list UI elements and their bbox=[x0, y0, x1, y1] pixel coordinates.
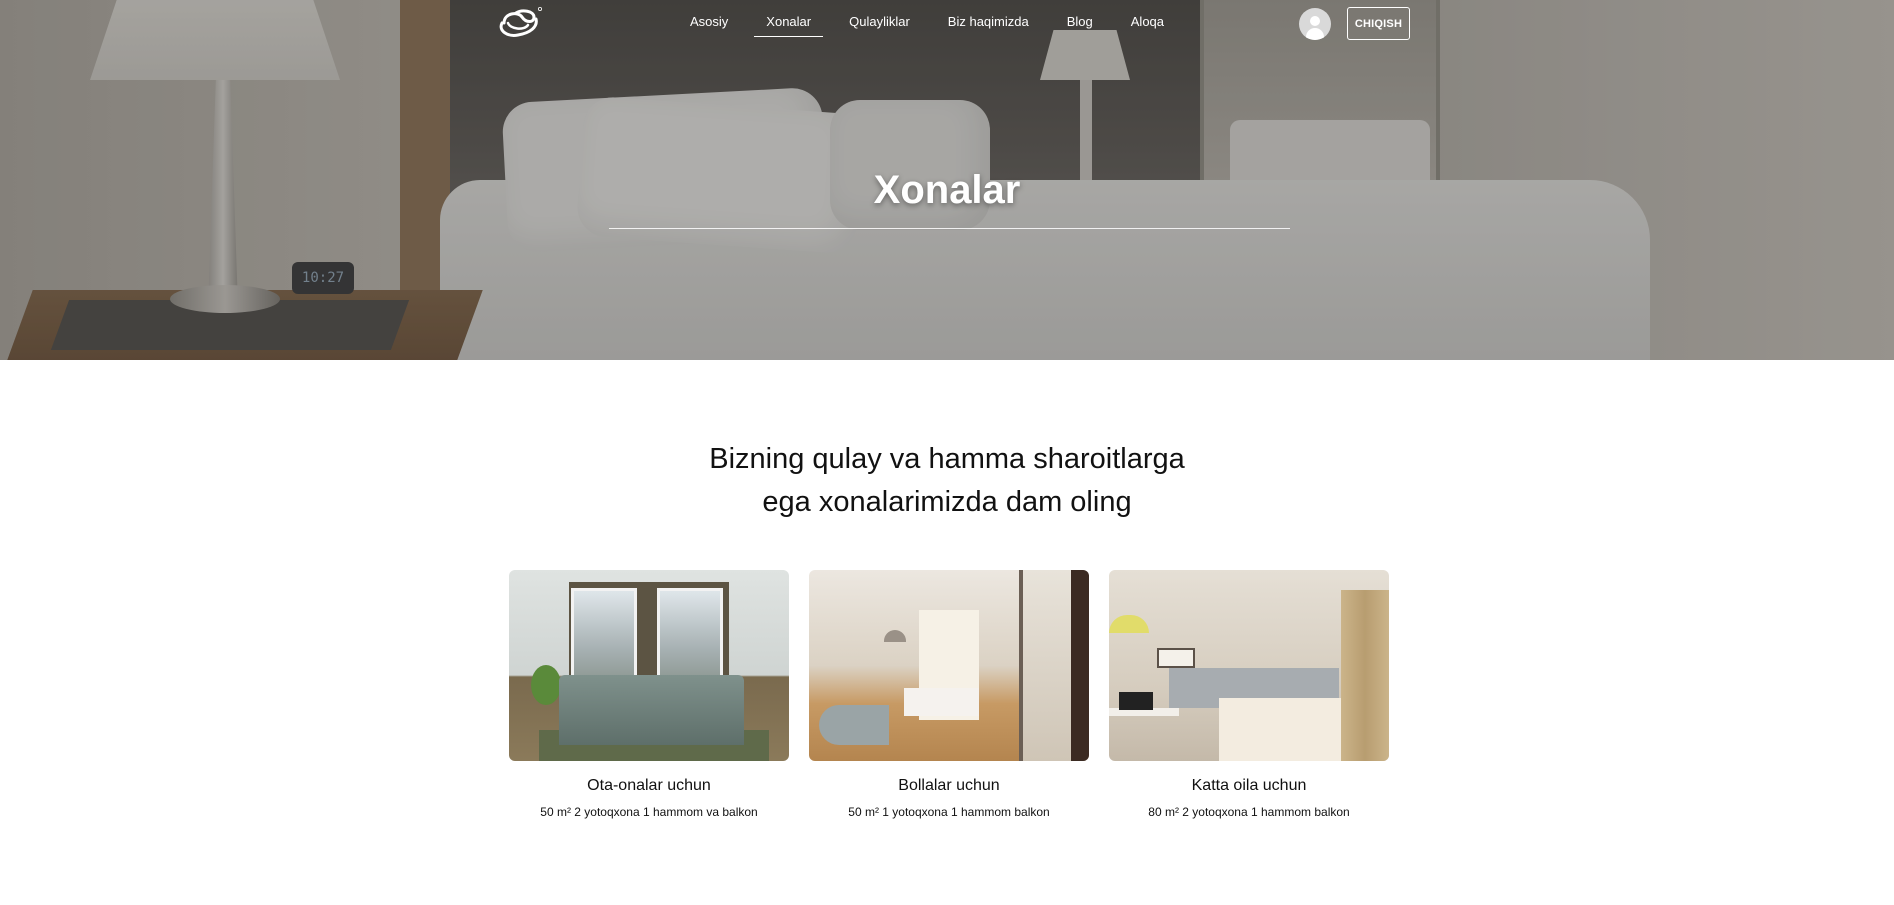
user-avatar-icon[interactable] bbox=[1299, 8, 1331, 40]
nav-link-biz-haqimizda[interactable]: Biz haqimizda bbox=[948, 14, 1029, 37]
intro-heading: Bizning qulay va hamma sharoitlarga ega … bbox=[0, 438, 1894, 524]
room-title[interactable]: Ota-onalar uchun bbox=[509, 777, 789, 795]
room-card[interactable]: Ota-onalar uchun 50 m² 2 yotoqxona 1 ham… bbox=[509, 570, 789, 819]
nav-menu: Asosiy Xonalar Qulayliklar Biz haqimizda… bbox=[690, 14, 1202, 37]
room-door bbox=[1071, 570, 1089, 761]
room-window bbox=[571, 588, 637, 688]
avatar-head bbox=[1310, 16, 1320, 26]
room-title[interactable]: Katta oila uchun bbox=[1109, 777, 1389, 795]
room-bed bbox=[559, 675, 744, 745]
nav-link-qulayliklar[interactable]: Qulayliklar bbox=[849, 14, 910, 37]
room-lamp bbox=[1109, 615, 1149, 633]
room-title[interactable]: Bollalar uchun bbox=[809, 777, 1089, 795]
room-curtain bbox=[1341, 590, 1389, 761]
nav-link-aloqa[interactable]: Aloqa bbox=[1131, 14, 1164, 37]
hero-banner: 10:27 Xonalar bbox=[0, 0, 1894, 360]
room-laptop bbox=[1119, 692, 1153, 710]
intro-line-2: ega xonalarimizda dam oling bbox=[762, 486, 1132, 518]
nav-link-blog[interactable]: Blog bbox=[1067, 14, 1093, 37]
logout-button[interactable]: CHIQISH bbox=[1347, 7, 1410, 40]
intro-line-1: Bizning qulay va hamma sharoitlarga bbox=[709, 443, 1185, 475]
title-divider bbox=[609, 228, 1290, 229]
room-window bbox=[657, 588, 723, 688]
room-plant bbox=[531, 665, 561, 705]
avatar-shoulders bbox=[1306, 28, 1324, 40]
room-wall-art bbox=[1157, 648, 1195, 668]
room-bed bbox=[904, 688, 979, 716]
room-description: 50 m² 1 yotoqxona 1 hammom balkon bbox=[848, 805, 1050, 819]
room-card[interactable]: Bollalar uchun 50 m² 1 yotoqxona 1 hammo… bbox=[809, 570, 1089, 819]
room-sofa bbox=[819, 705, 889, 745]
nav-link-asosiy[interactable]: Asosiy bbox=[690, 14, 728, 37]
page-title: Xonalar bbox=[873, 168, 1021, 212]
room-image[interactable] bbox=[509, 570, 789, 761]
room-cards: Ota-onalar uchun 50 m² 2 yotoqxona 1 ham… bbox=[509, 570, 1409, 819]
room-image[interactable] bbox=[809, 570, 1089, 761]
top-navigation: Asosiy Xonalar Qulayliklar Biz haqimizda… bbox=[0, 0, 1894, 50]
room-lamp bbox=[884, 630, 906, 642]
nav-link-xonalar[interactable]: Xonalar bbox=[754, 14, 823, 37]
room-image[interactable] bbox=[1109, 570, 1389, 761]
room-card[interactable]: Katta oila uchun 80 m² 2 yotoqxona 1 ham… bbox=[1109, 570, 1389, 819]
loop-logo-icon[interactable] bbox=[494, 5, 544, 41]
room-description: 50 m² 2 yotoqxona 1 hammom va balkon bbox=[540, 805, 758, 819]
room-description: 80 m² 2 yotoqxona 1 hammom balkon bbox=[1148, 805, 1350, 819]
